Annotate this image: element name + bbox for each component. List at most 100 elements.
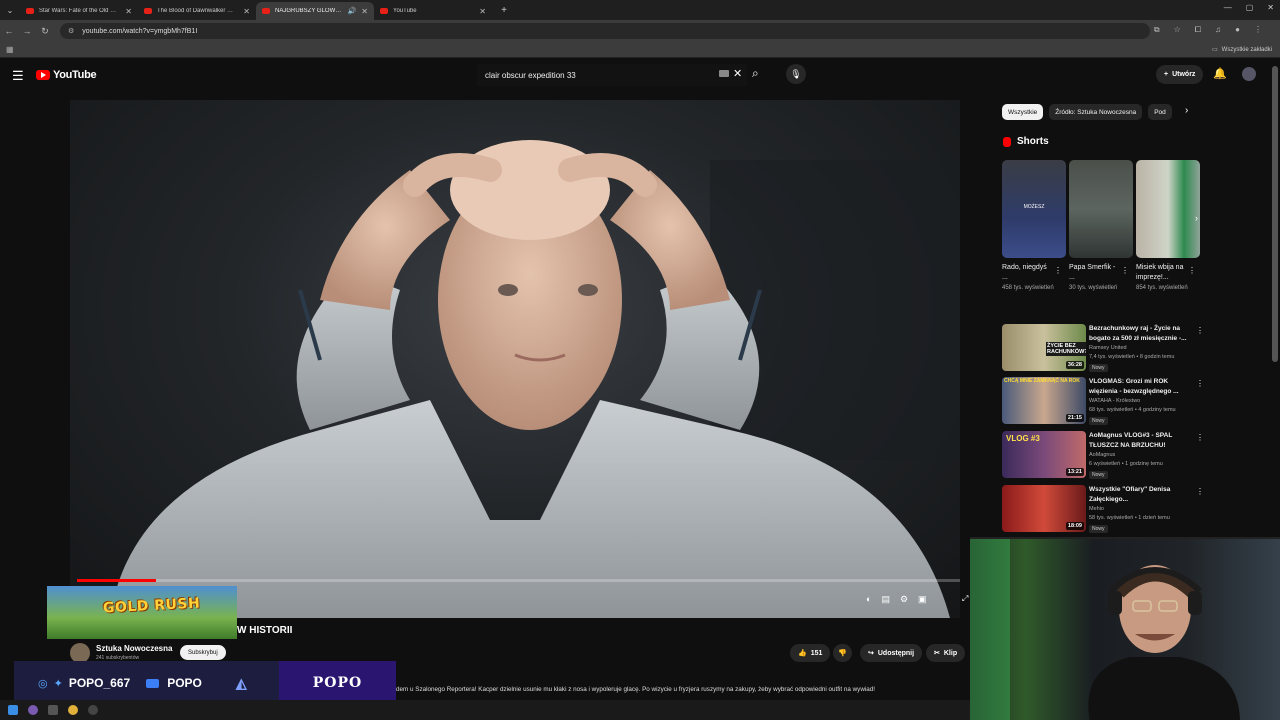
subtitles-icon[interactable]: ▤ (881, 594, 890, 605)
clip-button[interactable]: ✂ Klip (926, 644, 966, 662)
fullscreen-icon[interactable]: ⤢ (962, 594, 968, 604)
chevron-right-icon[interactable]: › (1195, 213, 1198, 223)
app-icon[interactable] (48, 705, 58, 715)
chip-all[interactable]: Wszystkie (1002, 104, 1044, 120)
tab-search-icon[interactable]: ⌄ (0, 0, 20, 20)
more-vertical-icon[interactable]: ⋮ (1196, 326, 1204, 335)
short-title: Papa Smerfik - ... (1069, 264, 1116, 281)
more-vertical-icon[interactable]: ⋮ (1196, 487, 1204, 496)
notifications-bell-icon[interactable]: 🔔 (1213, 67, 1227, 80)
apps-grid-icon[interactable]: ▦ (6, 45, 14, 54)
new-badge: Nowy (1089, 364, 1108, 372)
discord-icon[interactable] (28, 705, 38, 715)
search-input[interactable]: clair obscur expedition 33 (477, 64, 747, 86)
more-vertical-icon[interactable]: ⋮ (1196, 433, 1204, 442)
dislike-button[interactable]: 👎 (833, 644, 852, 662)
obs-icon[interactable] (88, 705, 98, 715)
browser-tab[interactable]: Star Wars: Fate of the Old Repu ✕ (20, 2, 138, 20)
profile-icon[interactable]: ● (1235, 25, 1240, 35)
autoplay-toggle-icon[interactable]: ◐ (866, 594, 871, 605)
create-button[interactable]: + Utwórz (1156, 65, 1204, 84)
video-player[interactable] (70, 100, 960, 618)
maximize-icon[interactable]: ▢ (1246, 3, 1254, 12)
youtube-play-icon (36, 70, 50, 80)
recommended-video[interactable]: CHCĄ MNIE ZAMKNĄĆ NA ROK 21:15 VLOGMAS: … (1002, 377, 1204, 427)
bookmark-star-icon[interactable]: ☆ (1174, 25, 1181, 35)
short-item[interactable]: MOŻESZ Rado, niegdyś ... 458 tys. wyświe… (1002, 160, 1066, 293)
short-item[interactable]: Misiek wbija na imprezę!... 854 tys. wyś… (1136, 160, 1200, 293)
share-label: Udostępnij (877, 649, 915, 657)
keyboard-icon[interactable] (719, 70, 729, 77)
windows-start-icon[interactable] (8, 705, 18, 715)
microphone-icon[interactable]: 🎙 (786, 64, 806, 84)
create-label: Utwórz (1172, 71, 1196, 78)
streamer-overlay-bar: ◎ ✦ POPO_667 POPO ◭ POPO (14, 661, 396, 705)
channel-name[interactable]: Ramsey United (1089, 345, 1127, 351)
tab-title: NAJGRUBSZY GLOW UP R (275, 8, 343, 14)
chrome-icon[interactable] (68, 705, 78, 715)
clear-search-icon[interactable]: ✕ (733, 67, 742, 80)
back-icon[interactable]: ← (0, 26, 18, 36)
forward-icon[interactable]: → (18, 26, 36, 36)
progress-bar[interactable] (77, 579, 960, 582)
minimize-icon[interactable]: — (1224, 3, 1232, 12)
subscribe-button[interactable]: Subskrybuj (180, 645, 226, 660)
chip-source[interactable]: Źródło: Sztuka Nowoczesna (1049, 104, 1143, 120)
channel-avatar[interactable] (70, 643, 90, 663)
tab-title: YouTube (393, 8, 417, 14)
all-bookmarks-button[interactable]: ▭ Wszystkie zakładki (1212, 46, 1272, 54)
chevron-right-icon[interactable]: › (1185, 105, 1188, 116)
settings-gear-icon[interactable]: ⚙ (900, 594, 908, 605)
youtube-favicon-icon (262, 8, 270, 14)
channel-name[interactable]: Mehio (1089, 506, 1104, 512)
like-button[interactable]: 👍 151 (790, 644, 831, 662)
search-icon[interactable]: ⌕ (752, 66, 759, 81)
new-badge: Nowy (1089, 471, 1108, 479)
channel-name[interactable]: AoMagnus (1089, 452, 1115, 458)
channel-name[interactable]: WATAHA - Królestwo (1089, 398, 1140, 404)
channel-name[interactable]: Sztuka Nowoczesna (96, 644, 172, 653)
close-icon[interactable]: ✕ (479, 7, 486, 16)
recommended-video[interactable]: ŻYCIE BEZ RACHUNKÓW? 36:28 Bezrachunkowy… (1002, 324, 1204, 374)
video-duration: 13:21 (1065, 468, 1084, 476)
filter-chips: Wszystkie Źródło: Sztuka Nowoczesna Pod (1002, 104, 1172, 120)
tab-title: The Blood of Dawnwalker — Pr (157, 8, 239, 14)
chip-similar[interactable]: Pod (1148, 104, 1172, 120)
browser-tab[interactable]: YouTube ✕ (374, 2, 492, 20)
youtube-logo[interactable]: YouTube (36, 69, 97, 81)
browser-tab-active[interactable]: NAJGRUBSZY GLOW UP R 🔊 ✕ (256, 2, 374, 20)
menu-icon[interactable]: ⋮ (1254, 25, 1262, 35)
share-button[interactable]: ↪ Udostępnij (860, 644, 923, 662)
extensions-icon[interactable]: ⧠ (1195, 25, 1201, 35)
recommended-video[interactable]: 18:09 Wszystkie "Ofiary" Denisa Załęckie… (1002, 485, 1204, 535)
close-icon[interactable]: ✕ (243, 7, 250, 16)
reload-icon[interactable]: ↻ (36, 26, 54, 37)
speaker-icon[interactable]: 🔊 (348, 7, 357, 15)
short-item[interactable]: Papa Smerfik - ... 30 tys. wyświetleń ⋮ (1069, 160, 1133, 293)
hamburger-menu-icon[interactable]: ☰ (12, 68, 24, 84)
new-tab-icon[interactable]: + (496, 2, 512, 18)
media-icon[interactable]: ♫ (1215, 25, 1221, 35)
more-vertical-icon[interactable]: ⋮ (1054, 266, 1062, 275)
cast-icon[interactable]: ⧉ (1154, 25, 1160, 35)
webcam-overlay (970, 537, 1280, 720)
browser-tab[interactable]: The Blood of Dawnwalker — Pr ✕ (138, 2, 256, 20)
recommended-video[interactable]: VLOG #3 13:21 AoMagnus VLOG#3 - SPAL TŁU… (1002, 431, 1204, 481)
social-icons: ◎ ✦ (38, 677, 63, 690)
page-scrollbar[interactable] (1272, 66, 1278, 362)
close-icon[interactable]: ✕ (125, 7, 132, 16)
more-vertical-icon[interactable]: ⋮ (1196, 379, 1204, 388)
video-description[interactable]: dem u Szalonego Reportera! Kacper dzieln… (396, 686, 875, 693)
miniplayer-icon[interactable]: ▣ (918, 594, 927, 605)
shorts-heading: Shorts (1003, 136, 1049, 147)
account-avatar[interactable] (1242, 67, 1256, 81)
thumbnail-text: VLOG #3 (1006, 434, 1040, 443)
close-icon[interactable]: ✕ (361, 7, 368, 16)
youtube-favicon-icon (26, 8, 34, 14)
site-info-icon[interactable]: ⚙ (68, 27, 74, 35)
more-vertical-icon[interactable]: ⋮ (1188, 266, 1196, 275)
plus-icon: + (1164, 71, 1169, 78)
url-bar[interactable]: ⚙ youtube.com/watch?v=ymgbMh7fB1I (60, 23, 1150, 39)
close-window-icon[interactable]: ✕ (1267, 3, 1274, 12)
more-vertical-icon[interactable]: ⋮ (1121, 266, 1129, 275)
